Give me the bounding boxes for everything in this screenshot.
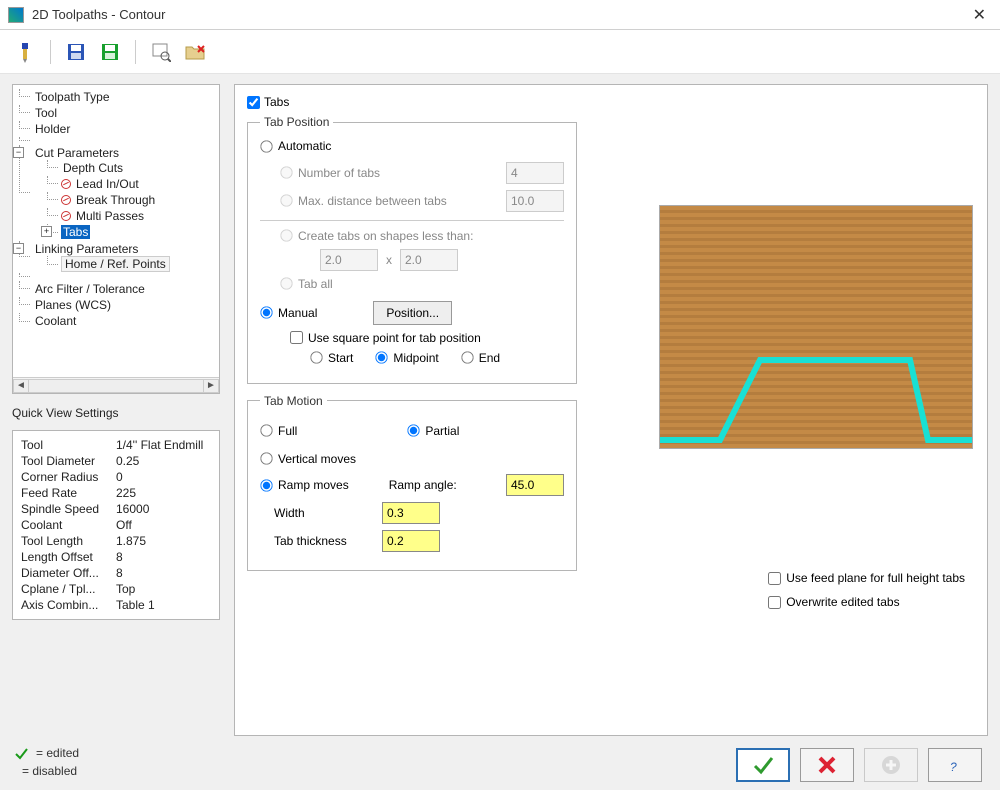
- disabled-icon: [61, 211, 71, 221]
- radio-start[interactable]: Start: [310, 351, 353, 365]
- thickness-input[interactable]: [382, 530, 440, 552]
- expander-icon[interactable]: −: [13, 243, 24, 254]
- check-green-icon: [14, 746, 28, 760]
- check-overwrite[interactable]: Overwrite edited tabs: [768, 595, 965, 609]
- plus-circle-icon: [880, 754, 902, 776]
- preview-image: [659, 205, 973, 449]
- quick-view-box: Tool1/4'' Flat Endmill Tool Diameter0.25…: [12, 430, 220, 620]
- button-row: ?: [234, 736, 988, 782]
- position-button[interactable]: Position...: [373, 301, 452, 325]
- tree-item[interactable]: Toolpath Type: [33, 90, 112, 104]
- app-icon: [8, 7, 24, 23]
- ok-button[interactable]: [736, 748, 790, 782]
- help-button[interactable]: ?: [928, 748, 982, 782]
- tree-item[interactable]: Cut Parameters: [33, 146, 121, 160]
- tree-item[interactable]: Planes (WCS): [33, 298, 113, 312]
- tab-position-group: Tab Position Automatic Number of tabs Ma…: [247, 115, 577, 384]
- radio-full[interactable]: Full: [260, 424, 297, 438]
- folder-remove-icon[interactable]: [182, 39, 208, 65]
- radio-manual[interactable]: Manual: [260, 306, 317, 320]
- num-tabs-input[interactable]: [506, 162, 564, 184]
- tree-item[interactable]: Arc Filter / Tolerance: [33, 282, 147, 296]
- radio-automatic[interactable]: Automatic: [260, 139, 331, 153]
- expander-icon[interactable]: +: [41, 226, 52, 237]
- radio-create-shapes[interactable]: Create tabs on shapes less than:: [280, 229, 473, 243]
- radio-max-distance[interactable]: Max. distance between tabs: [280, 194, 447, 208]
- question-icon: ?: [945, 755, 965, 775]
- check-feed-plane[interactable]: Use feed plane for full height tabs: [768, 571, 965, 585]
- radio-ramp[interactable]: Ramp moves: [260, 478, 349, 492]
- tabs-panel: Tabs Tab Position Automatic Number of ta…: [234, 84, 988, 736]
- preview-icon[interactable]: [148, 39, 174, 65]
- radio-end[interactable]: End: [461, 351, 500, 365]
- scroll-left-icon[interactable]: ◄: [13, 379, 29, 393]
- tab-motion-group: Tab Motion Full Partial Vertical moves R…: [247, 394, 577, 572]
- check-icon: [752, 754, 774, 776]
- max-distance-input[interactable]: [506, 190, 564, 212]
- svg-text:?: ?: [950, 760, 957, 774]
- ramp-angle-input[interactable]: [506, 474, 564, 496]
- x-icon: [817, 755, 837, 775]
- width-input[interactable]: [382, 502, 440, 524]
- tree-hscroll[interactable]: ◄ ►: [13, 377, 219, 393]
- window-title: 2D Toolpaths - Contour: [32, 7, 967, 22]
- tree-item[interactable]: Tool: [33, 106, 59, 120]
- save-icon[interactable]: [63, 39, 89, 65]
- radio-number-tabs[interactable]: Number of tabs: [280, 166, 380, 180]
- shape-w-input[interactable]: [320, 249, 378, 271]
- cancel-button[interactable]: [800, 748, 854, 782]
- check-use-square[interactable]: Use square point for tab position: [290, 331, 481, 345]
- tree-item[interactable]: Break Through: [74, 193, 157, 207]
- tabs-checkbox[interactable]: Tabs: [247, 95, 975, 109]
- close-icon[interactable]: ✕: [967, 5, 992, 25]
- disabled-icon: [61, 179, 71, 189]
- legend: = edited = disabled: [12, 736, 220, 782]
- tree-item[interactable]: Coolant: [33, 314, 78, 328]
- add-button: [864, 748, 918, 782]
- expander-icon[interactable]: −: [13, 147, 24, 158]
- radio-partial[interactable]: Partial: [407, 424, 459, 438]
- tree-item[interactable]: Depth Cuts: [61, 161, 125, 175]
- disabled-icon: [61, 195, 71, 205]
- toolbar: [0, 30, 1000, 74]
- scroll-right-icon[interactable]: ►: [203, 379, 219, 393]
- radio-tab-all[interactable]: Tab all: [280, 277, 333, 291]
- save-green-icon[interactable]: [97, 39, 123, 65]
- tree-item[interactable]: Lead In/Out: [74, 177, 141, 191]
- tree[interactable]: Toolpath Type Tool Holder − Cut Paramete…: [13, 85, 219, 377]
- tree-item[interactable]: Holder: [33, 122, 72, 136]
- quick-view-title: Quick View Settings: [12, 406, 220, 420]
- radio-vertical[interactable]: Vertical moves: [260, 452, 356, 466]
- tree-panel: Toolpath Type Tool Holder − Cut Paramete…: [12, 84, 220, 394]
- tree-item[interactable]: Home / Ref. Points: [61, 256, 170, 272]
- tool-icon[interactable]: [12, 39, 38, 65]
- shape-h-input[interactable]: [400, 249, 458, 271]
- radio-midpoint[interactable]: Midpoint: [375, 351, 438, 365]
- tree-item-selected[interactable]: Tabs: [61, 225, 90, 239]
- tree-item[interactable]: Multi Passes: [74, 209, 146, 223]
- tree-item[interactable]: Linking Parameters: [33, 242, 140, 256]
- title-bar: 2D Toolpaths - Contour ✕: [0, 0, 1000, 30]
